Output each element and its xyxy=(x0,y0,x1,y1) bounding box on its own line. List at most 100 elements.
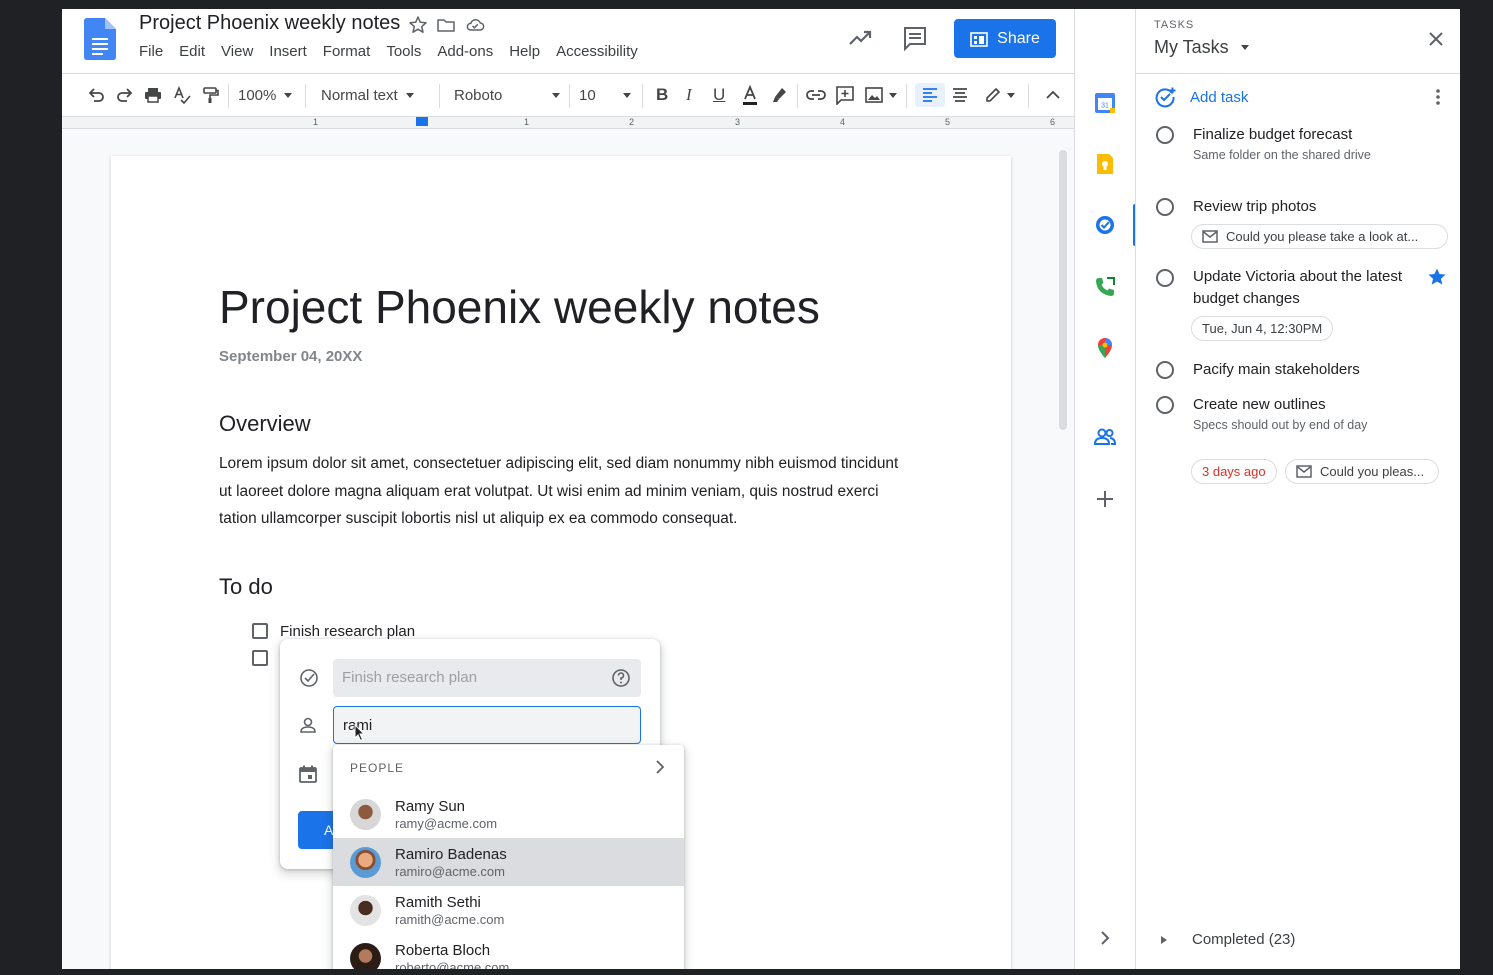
font-select[interactable]: Roboto xyxy=(454,83,560,107)
comment-history-icon[interactable] xyxy=(902,25,928,51)
zoom-select[interactable]: 100% xyxy=(238,83,293,107)
task-check-icon xyxy=(300,669,318,687)
calendar-app-icon[interactable]: 31 xyxy=(1093,91,1117,115)
menu-addons[interactable]: Add-ons xyxy=(437,43,502,60)
calendar-icon[interactable] xyxy=(298,764,318,784)
paint-format-icon[interactable] xyxy=(200,83,220,107)
person-name: Ramiro Badenas xyxy=(395,846,507,863)
assignee-input[interactable] xyxy=(333,706,641,744)
task-complete-radio[interactable] xyxy=(1156,269,1174,287)
person-email: roberto@acme.com xyxy=(395,960,510,969)
help-icon[interactable] xyxy=(611,668,631,688)
todo-checkbox[interactable] xyxy=(252,623,268,639)
folder-icon[interactable] xyxy=(436,15,456,35)
underline-icon[interactable]: U xyxy=(713,83,725,107)
text-color-icon[interactable] xyxy=(740,83,760,107)
formatting-toolbar: 100% Normal text Roboto 10 B I U xyxy=(62,73,1074,117)
star-icon[interactable] xyxy=(408,15,428,35)
highlight-icon[interactable] xyxy=(769,83,789,107)
font-size-select[interactable]: 10 xyxy=(579,83,631,107)
overdue-date-chip[interactable]: 3 days ago xyxy=(1191,459,1277,484)
style-select[interactable]: Normal text xyxy=(321,83,414,107)
add-task-button[interactable]: Add task xyxy=(1154,85,1248,109)
italic-icon[interactable]: I xyxy=(686,83,692,107)
person-option[interactable]: Ramiro Badenas ramiro@acme.com xyxy=(333,838,684,886)
align-left-icon[interactable] xyxy=(915,83,945,107)
keep-app-icon[interactable] xyxy=(1093,152,1117,176)
task-title[interactable]: Update Victoria about the latest budget … xyxy=(1193,266,1403,310)
task-complete-radio[interactable] xyxy=(1156,198,1174,216)
share-button[interactable]: Share xyxy=(954,19,1056,58)
chevron-right-icon[interactable] xyxy=(653,759,667,775)
task-title[interactable]: Pacify main stakeholders xyxy=(1193,359,1413,381)
tasks-app-icon[interactable] xyxy=(1093,213,1117,237)
task-name-field[interactable]: Finish research plan xyxy=(333,659,641,697)
spellcheck-icon[interactable] xyxy=(172,83,192,107)
phone-app-icon[interactable] xyxy=(1093,275,1117,299)
font-size-value: 10 xyxy=(579,86,596,104)
vertical-scrollbar[interactable] xyxy=(1059,150,1067,430)
menu-format[interactable]: Format xyxy=(323,43,380,60)
task-title[interactable]: Create new outlines xyxy=(1193,394,1413,416)
redo-icon[interactable] xyxy=(115,83,135,107)
menu-file[interactable]: File xyxy=(139,43,172,60)
due-date-chip[interactable]: Tue, Jun 4, 12:30PM xyxy=(1191,316,1334,341)
task-complete-radio[interactable] xyxy=(1156,361,1174,379)
menu-insert[interactable]: Insert xyxy=(269,43,316,60)
menu-edit[interactable]: Edit xyxy=(179,43,214,60)
menu-bar: File Edit View Insert Format Tools Add-o… xyxy=(139,43,654,60)
link-icon[interactable] xyxy=(806,83,826,107)
ruler-number: 2 xyxy=(629,117,635,127)
people-header: PEOPLE xyxy=(350,761,405,775)
editing-mode-icon[interactable] xyxy=(984,83,1015,107)
print-icon[interactable] xyxy=(143,83,163,107)
task-notes: Specs should out by end of day xyxy=(1193,418,1368,432)
activity-trend-icon[interactable] xyxy=(848,27,874,49)
email-link-chip[interactable]: Could you please take a look at... xyxy=(1191,224,1448,249)
person-name: Ramith Sethi xyxy=(395,894,481,911)
person-option[interactable]: Roberta Bloch roberto@acme.com xyxy=(333,934,684,969)
docs-logo-icon[interactable] xyxy=(84,18,116,60)
bold-icon[interactable]: B xyxy=(656,83,668,107)
task-title[interactable]: Finalize budget forecast xyxy=(1193,124,1413,146)
star-filled-icon[interactable] xyxy=(1427,267,1447,287)
align-center-icon[interactable] xyxy=(951,83,969,107)
expand-panel-chevron-icon[interactable] xyxy=(1093,926,1117,950)
menu-view[interactable]: View xyxy=(221,43,262,60)
ruler[interactable]: 1 1 2 3 4 5 6 xyxy=(62,117,1074,129)
chip-label: Could you pleas... xyxy=(1320,464,1425,479)
avatar xyxy=(350,799,381,830)
page-date: September 04, 20XX xyxy=(219,348,363,365)
ruler-number: 5 xyxy=(945,117,951,127)
maps-app-icon[interactable] xyxy=(1093,336,1117,360)
person-email: ramy@acme.com xyxy=(395,816,498,831)
task-list-selector[interactable]: My Tasks xyxy=(1154,37,1249,58)
add-addon-icon[interactable] xyxy=(1093,487,1117,511)
task-title[interactable]: Review trip photos xyxy=(1193,196,1413,218)
collapse-toolbar-icon[interactable] xyxy=(1044,83,1062,107)
overview-paragraph: Lorem ipsum dolor sit amet, consectetuer… xyxy=(219,455,899,527)
person-email: ramith@acme.com xyxy=(395,912,505,927)
todo-checkbox[interactable] xyxy=(252,650,268,666)
share-label: Share xyxy=(997,29,1040,47)
indent-marker[interactable] xyxy=(416,117,428,126)
undo-icon[interactable] xyxy=(86,83,106,107)
cloud-saved-icon[interactable] xyxy=(465,15,485,35)
person-option[interactable]: Ramith Sethi ramith@acme.com xyxy=(333,886,684,934)
tasks-panel: TASKS My Tasks Add task Finalize budget … xyxy=(1135,9,1460,969)
insert-image-icon[interactable] xyxy=(864,83,897,107)
menu-accessibility[interactable]: Accessibility xyxy=(556,43,647,60)
menu-tools[interactable]: Tools xyxy=(386,43,430,60)
task-complete-radio[interactable] xyxy=(1156,126,1174,144)
mail-icon xyxy=(1202,230,1218,243)
more-options-icon[interactable] xyxy=(1430,87,1446,107)
completed-tasks-toggle[interactable]: Completed (23) xyxy=(1160,931,1295,948)
email-link-chip[interactable]: Could you pleas... xyxy=(1285,459,1439,484)
close-icon[interactable] xyxy=(1426,29,1446,49)
document-title[interactable]: Project Phoenix weekly notes xyxy=(139,12,400,35)
person-option[interactable]: Ramy Sun ramy@acme.com xyxy=(333,790,684,838)
menu-help[interactable]: Help xyxy=(509,43,549,60)
contacts-app-icon[interactable] xyxy=(1093,425,1117,449)
add-comment-icon[interactable] xyxy=(835,83,855,107)
task-complete-radio[interactable] xyxy=(1156,396,1174,414)
